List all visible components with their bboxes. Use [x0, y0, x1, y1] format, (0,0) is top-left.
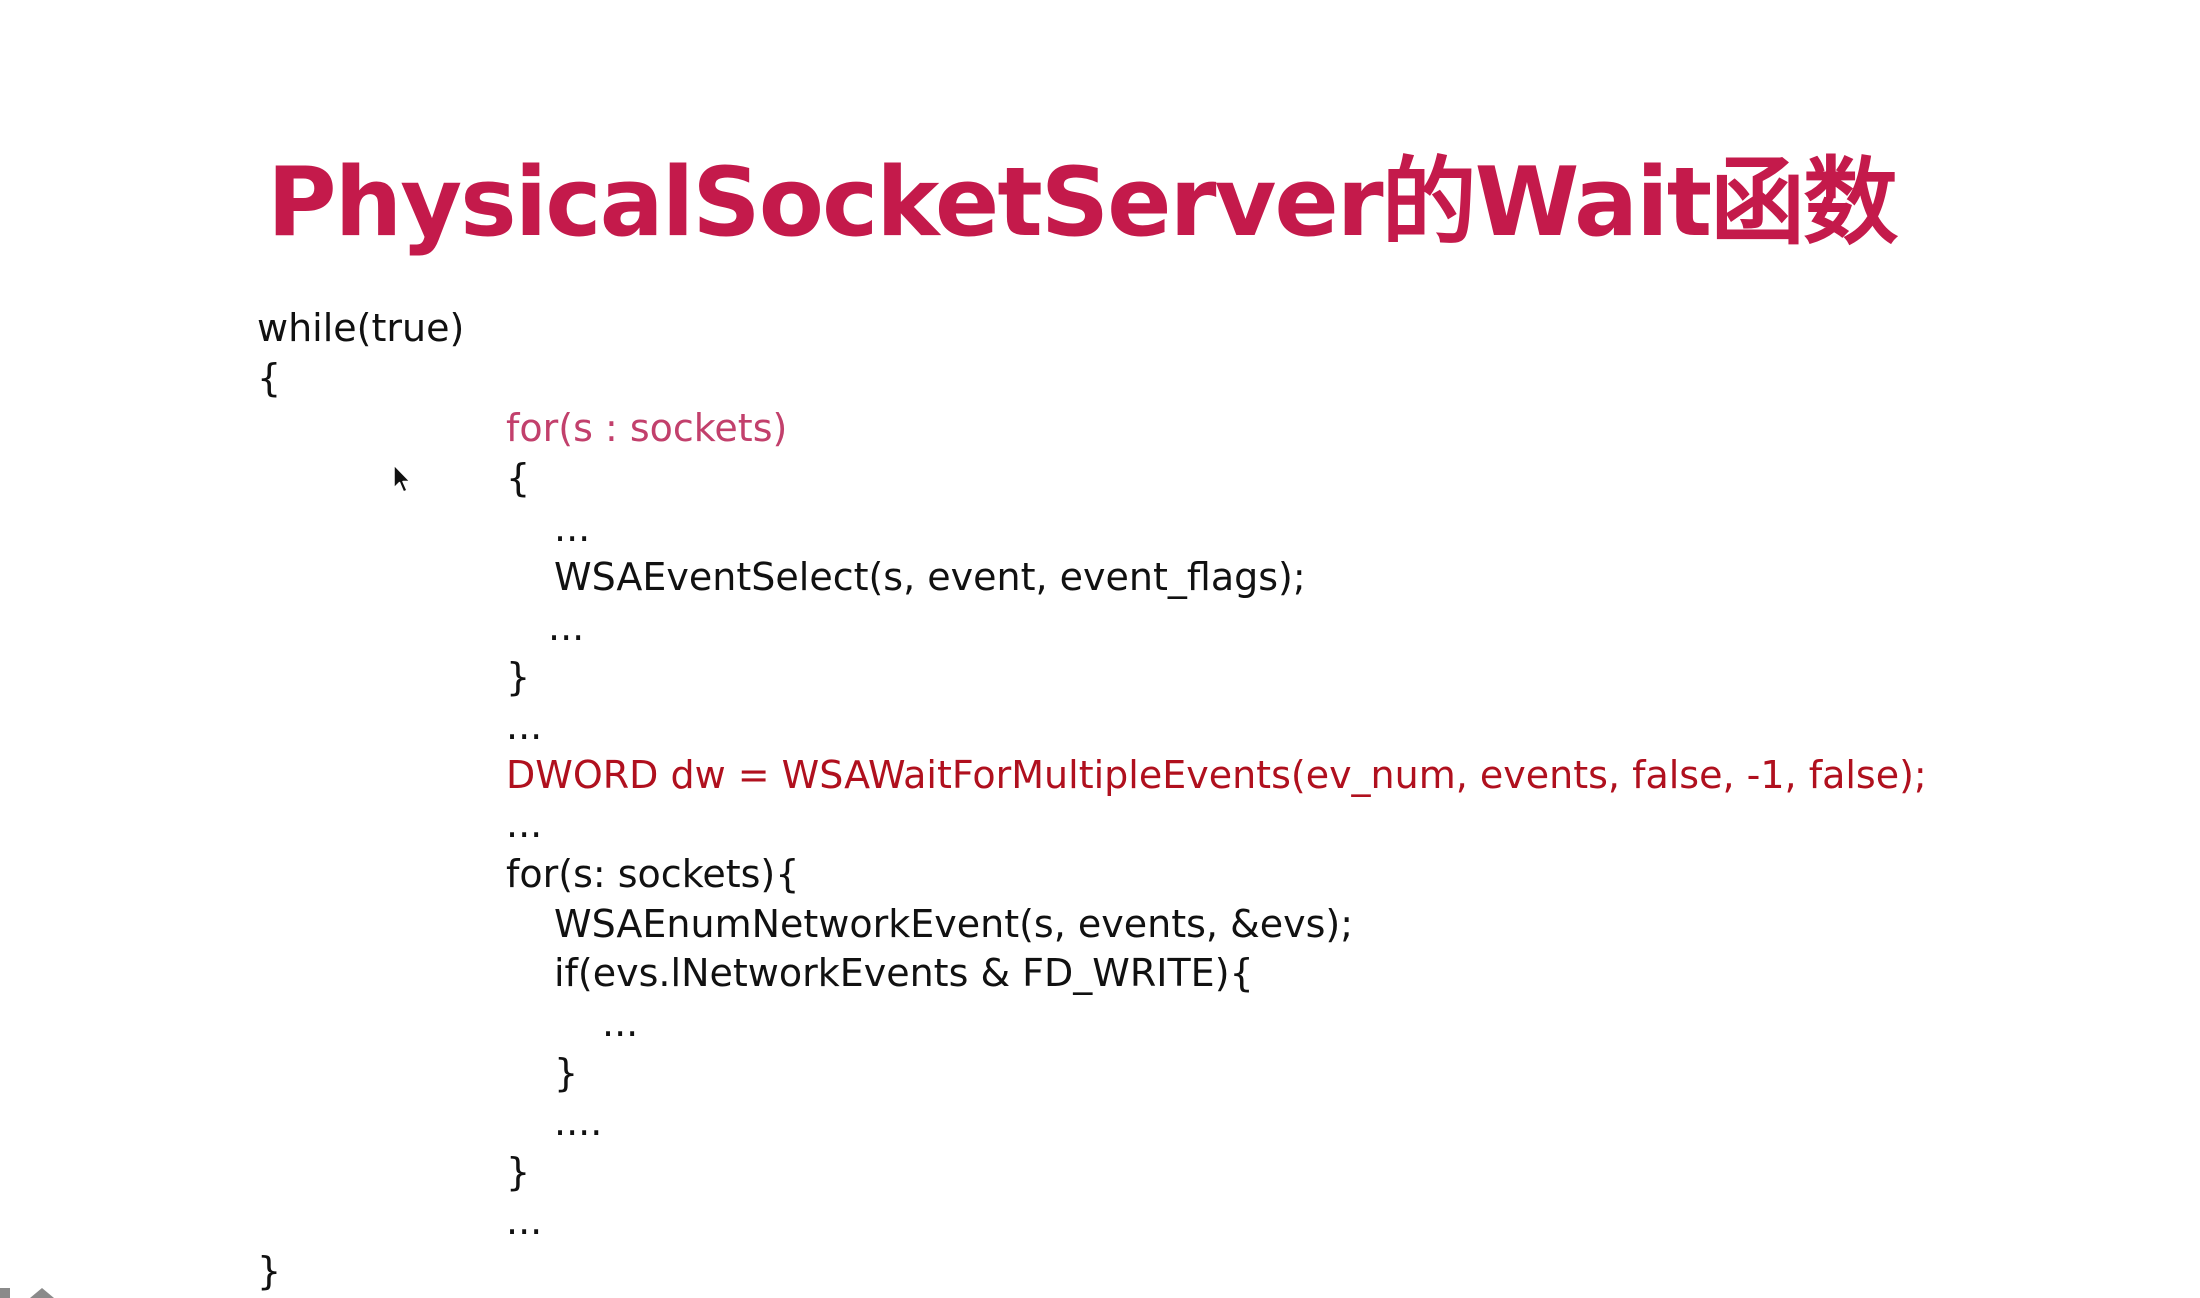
code-line-loop-close-brace: } — [506, 1150, 531, 1194]
code-line-for-close-brace: } — [506, 655, 531, 699]
code-line-ellipsis: ... — [506, 802, 543, 846]
code-line-ellipsis: ... — [554, 506, 591, 550]
code-line-close-brace: } — [257, 1249, 282, 1293]
code-line-ellipsis: ... — [602, 1001, 639, 1045]
code-line-wsaeventselect: WSAEventSelect(s, event, event_flags); — [554, 555, 1306, 599]
code-line-for-open-brace: { — [506, 456, 531, 500]
code-line-if-close-brace: } — [554, 1051, 579, 1095]
code-line-ellipsis: .... — [554, 1100, 603, 1144]
code-line-wsawait: DWORD dw = WSAWaitForMultipleEvents(ev_n… — [506, 753, 1927, 797]
code-line-if-write: if(evs.lNetworkEvents & FD_WRITE){ — [554, 951, 1254, 995]
code-line-ellipsis: ... — [548, 605, 585, 649]
slide: PhysicalSocketServer的Wait函数 while(true) … — [0, 0, 2200, 1298]
slide-title: PhysicalSocketServer的Wait函数 — [267, 148, 1898, 258]
code-line-for-sockets-loop: for(s: sockets){ — [506, 852, 800, 896]
mouse-pointer-icon — [393, 464, 411, 493]
code-line-ellipsis: ... — [506, 1199, 543, 1243]
code-line-open-brace: { — [257, 356, 282, 400]
code-line-while: while(true) — [257, 306, 465, 350]
code-line-ellipsis: ... — [506, 704, 543, 748]
code-line-for-sockets: for(s : sockets) — [506, 406, 788, 450]
corner-arrow-icon — [0, 1288, 54, 1298]
code-line-wsaenum: WSAEnumNetworkEvent(s, events, &evs); — [554, 902, 1354, 946]
